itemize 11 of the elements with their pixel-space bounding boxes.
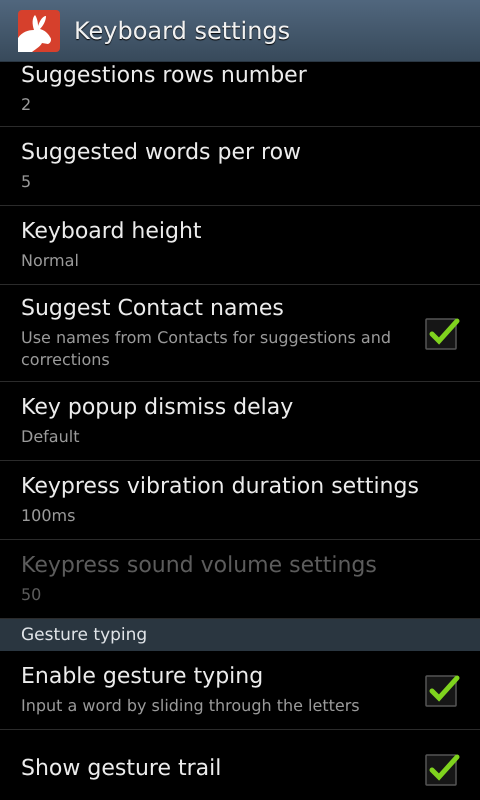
- section-header: Gesture typing: [0, 619, 480, 651]
- settings-item[interactable]: Suggest Contact names Use names from Contacts for suggestions and corrections: [0, 285, 480, 382]
- settings-item[interactable]: Key popup dismiss delay Default: [0, 382, 480, 461]
- rabbit-logo-icon: [18, 10, 60, 52]
- settings-item[interactable]: Suggested words per row 5: [0, 127, 480, 206]
- settings-item[interactable]: Enable gesture typing Input a word by sliding through the letters: [0, 651, 480, 730]
- settings-item[interactable]: Show gesture trail: [0, 730, 480, 800]
- window-title: Keyboard settings: [74, 16, 290, 44]
- settings-item[interactable]: Keyboard height Normal: [0, 206, 480, 285]
- settings-item[interactable]: Keypress vibration duration settings 100ms: [0, 461, 480, 540]
- settings-item[interactable]: Suggestions rows number 2: [0, 62, 480, 127]
